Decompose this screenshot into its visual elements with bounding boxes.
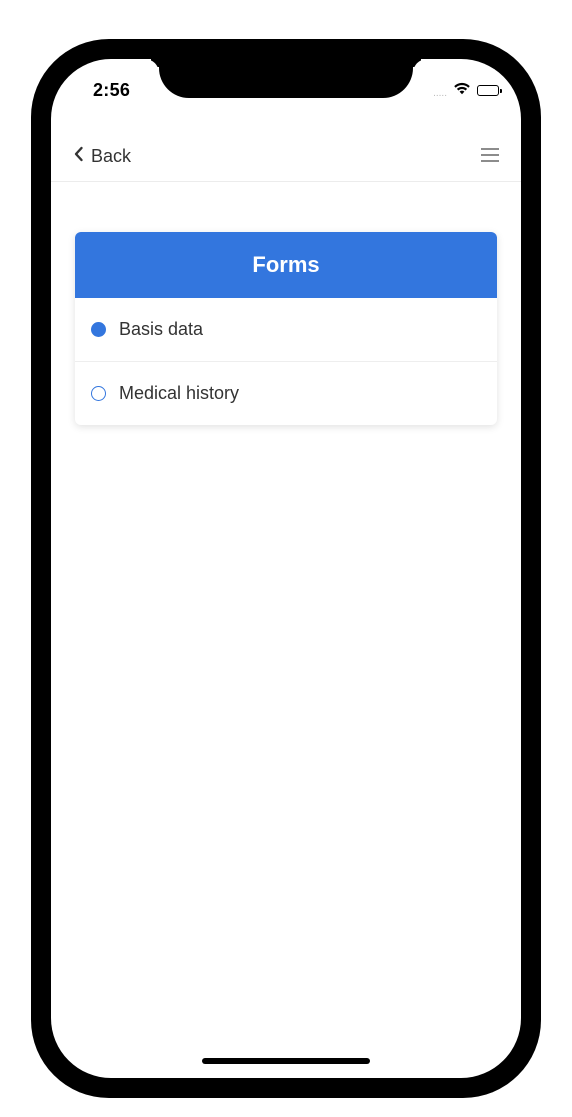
chevron-left-icon — [73, 146, 84, 167]
home-indicator[interactable] — [202, 1058, 370, 1064]
back-label: Back — [91, 146, 132, 166]
phone-frame: 2:56 ..... Back Forms Basis data Medical… — [31, 39, 541, 1098]
signal-icon: ..... — [433, 87, 447, 99]
phone-screen: 2:56 ..... Back Forms Basis data Medical… — [51, 59, 521, 1078]
form-item-label: Basis data — [119, 319, 204, 339]
wifi-icon — [453, 81, 471, 100]
forms-card: Forms Basis data Medical history — [75, 232, 497, 425]
hamburger-menu-icon[interactable] — [481, 147, 501, 163]
form-item-basis-data[interactable]: Basis data — [75, 298, 497, 361]
forms-card-title: Forms — [75, 232, 497, 298]
radio-filled-icon — [91, 322, 106, 337]
battery-icon — [477, 85, 502, 96]
status-time: 2:56 — [93, 80, 131, 100]
back-button[interactable]: Back — [73, 146, 131, 167]
form-item-medical-history[interactable]: Medical history — [75, 361, 497, 425]
radio-empty-icon — [91, 386, 106, 401]
nav-bar: Back — [51, 130, 521, 182]
status-icons: ..... — [433, 81, 502, 100]
notch — [159, 59, 413, 98]
form-item-label: Medical history — [119, 383, 240, 403]
